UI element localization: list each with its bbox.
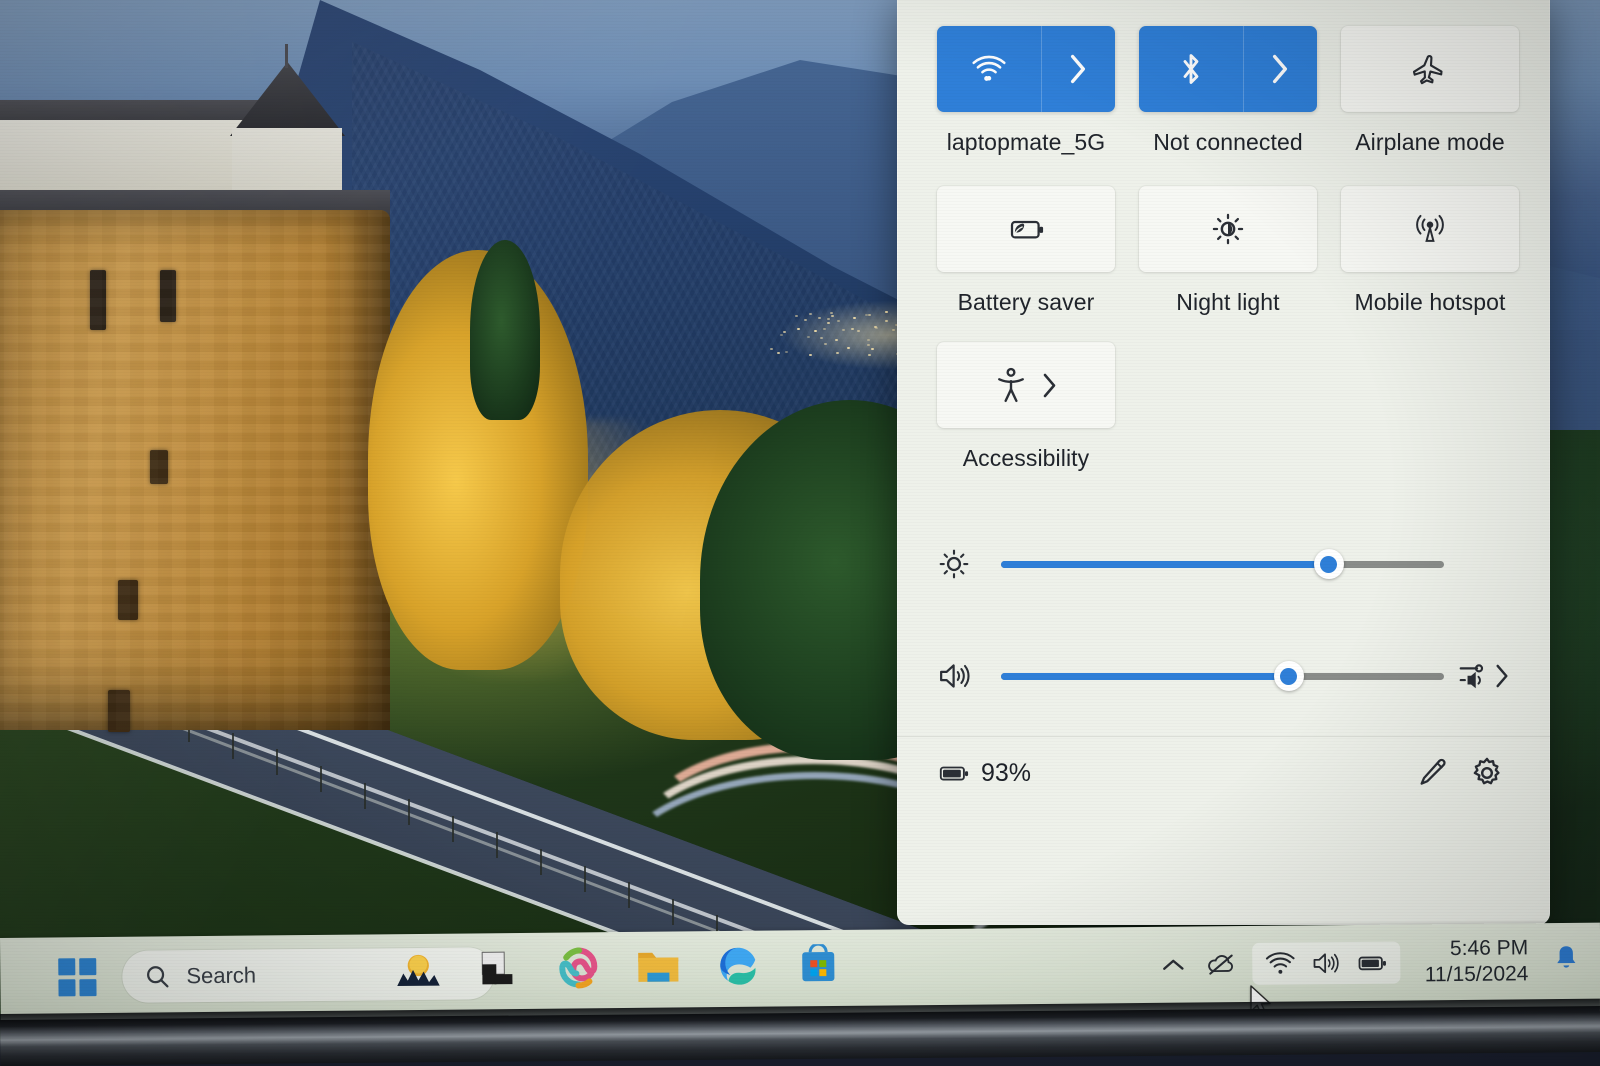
- chevron-right-icon: [1270, 53, 1290, 85]
- clock-time: 5:46 PM: [1425, 935, 1529, 962]
- chevron-right-icon[interactable]: [1494, 663, 1510, 689]
- chevron-right-icon: [1068, 53, 1088, 85]
- accessibility-icon: [995, 366, 1027, 404]
- night-light-tile-label: Night light: [1176, 289, 1279, 316]
- quick-setting-mobile-hotspot: Mobile hotspot: [1341, 186, 1519, 342]
- brightness-slider-row: [937, 508, 1510, 620]
- search-input[interactable]: Search: [186, 963, 256, 990]
- settings-button[interactable]: [1460, 746, 1514, 800]
- night-light-icon: [1210, 211, 1246, 247]
- quick-settings-tile-grid: laptopmate_5G Not connected Airplane mod…: [937, 26, 1510, 498]
- bluetooth-tile-label: Not connected: [1153, 129, 1303, 156]
- battery-saver-tile-label: Battery saver: [958, 289, 1095, 316]
- edge-icon: [716, 944, 760, 988]
- brightness-slider[interactable]: [1001, 553, 1444, 575]
- audio-output-picker[interactable]: [1444, 661, 1510, 691]
- task-view-icon: [478, 948, 518, 988]
- folder-icon: [635, 946, 681, 986]
- wifi-tile-label: laptopmate_5G: [947, 129, 1106, 156]
- airplane-icon: [1413, 52, 1447, 86]
- battery-icon: [937, 762, 971, 784]
- copilot-icon: [556, 945, 600, 989]
- airplane-mode-tile-label: Airplane mode: [1355, 129, 1505, 156]
- quick-settings-panel: laptopmate_5G Not connected Airplane mod…: [897, 0, 1550, 925]
- file-explorer-button[interactable]: [635, 943, 681, 989]
- battery-saver-tile[interactable]: [937, 186, 1115, 272]
- bluetooth-expand-button[interactable]: [1243, 26, 1317, 112]
- wifi-icon[interactable]: [1265, 950, 1297, 976]
- weather-widget-icon: [395, 948, 441, 990]
- mobile-hotspot-tile-label: Mobile hotspot: [1355, 289, 1506, 316]
- onedrive-button[interactable]: [1205, 947, 1239, 981]
- battery-status[interactable]: 93%: [937, 759, 1031, 788]
- clock-date: 11/15/2024: [1425, 961, 1529, 988]
- quick-setting-night-light: Night light: [1139, 186, 1317, 342]
- windows-logo-icon: [79, 958, 96, 975]
- airplane-mode-tile[interactable]: [1341, 26, 1519, 112]
- wallpaper-castle-tower: [0, 210, 390, 730]
- wifi-tile[interactable]: [937, 26, 1115, 112]
- quick-setting-airplane-mode: Airplane mode: [1341, 26, 1519, 182]
- accessibility-tile[interactable]: [937, 342, 1115, 428]
- pencil-icon: [1416, 756, 1450, 790]
- battery-saver-icon: [1005, 214, 1047, 244]
- taskbar-right-group: 5:46 PM 11/15/2024: [1157, 935, 1579, 990]
- volume-icon: [937, 660, 973, 692]
- night-light-tile[interactable]: [1139, 186, 1317, 272]
- microsoft-store-button[interactable]: [795, 942, 841, 988]
- tray-overflow-button[interactable]: [1157, 947, 1191, 981]
- chevron-right-icon[interactable]: [1041, 372, 1058, 399]
- wifi-toggle-button[interactable]: [937, 26, 1041, 112]
- quick-setting-wifi: laptopmate_5G: [937, 26, 1115, 182]
- taskbar-app-icons: [395, 942, 841, 992]
- bell-icon: [1554, 943, 1578, 973]
- windows-logo-icon: [58, 979, 75, 996]
- laptop-screen-photo: laptopmate_5G Not connected Airplane mod…: [0, 0, 1600, 1066]
- bluetooth-tile[interactable]: [1139, 26, 1317, 112]
- search-icon: [144, 963, 170, 989]
- onedrive-offline-icon: [1206, 951, 1238, 977]
- copilot-button[interactable]: [555, 944, 601, 990]
- clock[interactable]: 5:46 PM 11/15/2024: [1425, 935, 1529, 987]
- bluetooth-toggle-button[interactable]: [1139, 26, 1243, 112]
- store-icon: [797, 944, 839, 986]
- wallpaper-tree-dark: [470, 240, 540, 420]
- windows-logo-icon: [58, 958, 75, 975]
- widgets-button[interactable]: [395, 946, 441, 992]
- quick-settings-footer: 93%: [897, 737, 1550, 809]
- quick-setting-bluetooth: Not connected: [1139, 26, 1317, 182]
- brightness-slider-fill: [1001, 561, 1329, 568]
- notifications-button[interactable]: [1554, 943, 1578, 978]
- wifi-icon: [970, 54, 1008, 84]
- task-view-button[interactable]: [475, 945, 521, 991]
- brightness-icon-wrap: [937, 547, 1001, 581]
- start-button[interactable]: [58, 958, 96, 996]
- battery-percent-label: 93%: [981, 759, 1031, 788]
- volume-slider-fill: [1001, 673, 1289, 680]
- windows-logo-icon: [79, 979, 96, 996]
- brightness-icon: [937, 547, 971, 581]
- wifi-expand-button[interactable]: [1041, 26, 1115, 112]
- volume-slider[interactable]: [1001, 665, 1444, 687]
- volume-icon[interactable]: [1311, 950, 1343, 976]
- accessibility-tile-label: Accessibility: [963, 445, 1090, 472]
- wallpaper-castle-spire: [285, 44, 288, 68]
- brightness-slider-thumb[interactable]: [1314, 549, 1344, 579]
- volume-slider-thumb[interactable]: [1274, 661, 1304, 691]
- edge-button[interactable]: [715, 943, 761, 989]
- mobile-hotspot-icon: [1411, 212, 1449, 246]
- audio-output-icon: [1456, 661, 1490, 691]
- quick-settings-sliders: [897, 498, 1550, 732]
- volume-icon-wrap: [937, 660, 1001, 692]
- mobile-hotspot-tile[interactable]: [1341, 186, 1519, 272]
- gear-icon: [1469, 755, 1505, 791]
- bluetooth-icon: [1178, 51, 1204, 87]
- quick-setting-battery-saver: Battery saver: [937, 186, 1115, 342]
- system-tray-group[interactable]: [1253, 941, 1401, 984]
- quick-setting-accessibility: Accessibility: [937, 342, 1115, 498]
- chevron-up-icon: [1161, 954, 1187, 974]
- edit-quick-settings-button[interactable]: [1406, 746, 1460, 800]
- volume-slider-row: [937, 620, 1510, 732]
- battery-icon[interactable]: [1357, 951, 1389, 973]
